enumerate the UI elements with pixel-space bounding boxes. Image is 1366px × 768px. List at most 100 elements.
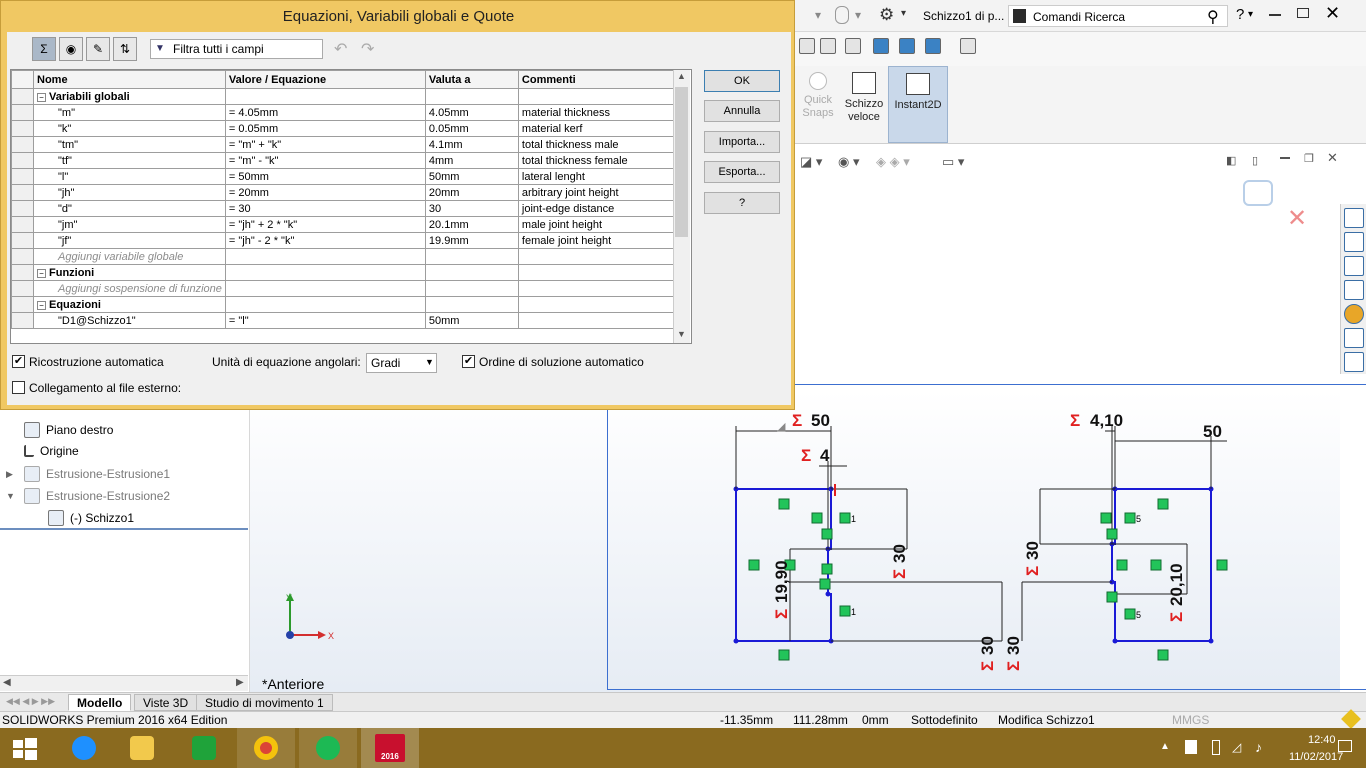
scroll-down-icon[interactable]: ▼ <box>677 329 686 339</box>
taskbar-solidworks[interactable]: 2016 <box>361 728 419 768</box>
scroll-thumb[interactable] <box>675 87 688 237</box>
pencil-icon[interactable] <box>960 38 976 54</box>
taskbar-store[interactable] <box>175 728 233 768</box>
dimension-label[interactable]: 4,10 <box>1090 411 1123 430</box>
folder-icon[interactable] <box>1344 256 1364 276</box>
tree-item-right-plane[interactable]: Piano destro <box>24 422 113 438</box>
tab-nav-icon[interactable]: ◀◀ ◀ ▶ ▶▶ <box>6 696 55 707</box>
graphics-close-icon[interactable]: ✕ <box>1327 150 1338 166</box>
appearances-icon[interactable] <box>1344 304 1364 324</box>
undo-icon[interactable]: ↶ <box>334 39 347 59</box>
search-icon[interactable]: ⚲ <box>1207 7 1219 27</box>
equation-view-icon[interactable]: Σ <box>32 37 56 61</box>
ok-button[interactable]: OK <box>704 70 780 92</box>
mouse-icon[interactable] <box>835 6 849 24</box>
dialog-title[interactable]: Equazioni, Variabili globali e Quote <box>1 1 796 32</box>
cancel-sketch-icon[interactable]: ✕ <box>1287 204 1307 233</box>
close-icon[interactable]: ✕ <box>1325 3 1340 24</box>
resize-grip-icon[interactable]: ◢ <box>777 420 791 434</box>
graphics-restore-icon[interactable]: ❐ <box>1304 152 1314 165</box>
table-row[interactable]: "k" = 0.05mm 0.05mm material kerf <box>11 120 681 137</box>
library-icon[interactable] <box>1344 232 1364 252</box>
search-box[interactable]: Comandi Ricerca ⚲ <box>1008 5 1228 27</box>
tab-motion-study[interactable]: Studio di movimento 1 <box>196 694 333 711</box>
tab-3d-views[interactable]: Viste 3D <box>134 694 198 711</box>
split-view-icon[interactable]: ◧ <box>1226 154 1236 167</box>
link-external-checkbox[interactable] <box>12 381 25 394</box>
column-header[interactable]: Valuta a <box>424 70 519 89</box>
view-palette-icon[interactable] <box>1344 280 1364 300</box>
dimension-label[interactable]: 30 <box>890 544 909 563</box>
cube-icon[interactable] <box>799 38 815 54</box>
appearance-icon[interactable]: ◈ ◈ ▾ <box>876 154 910 170</box>
taskbar-spotify[interactable] <box>299 728 357 768</box>
table-row[interactable]: "jm" = "jh" + 2 * "k" 20.1mm male joint hei… <box>11 216 681 233</box>
notifications-icon[interactable] <box>1338 740 1352 752</box>
cube-shaded-icon[interactable] <box>925 38 941 54</box>
scroll-right-icon[interactable]: ▶ <box>236 677 244 688</box>
angle-units-select[interactable]: Gradi ▼ <box>366 353 437 373</box>
table-row[interactable]: "d" = 30 30 joint-edge distance <box>11 200 681 217</box>
tray-arrow-icon[interactable]: ▲ <box>1160 741 1170 752</box>
auto-solve-checkbox[interactable]: ✔ <box>462 355 475 368</box>
dimension-label[interactable]: 50 <box>811 411 830 430</box>
status-units[interactable]: MMGS <box>1172 713 1209 727</box>
rollback-bar[interactable] <box>0 528 248 530</box>
quick-sketch-button[interactable]: Schizzo veloce <box>842 72 886 124</box>
battery-icon[interactable] <box>1212 740 1220 755</box>
restore-icon[interactable] <box>1297 8 1309 18</box>
ordered-view-icon[interactable]: ⇅ <box>113 37 137 61</box>
rebuild-icon[interactable] <box>1341 709 1361 729</box>
help-arrow-icon[interactable]: ▾ <box>1248 9 1253 20</box>
add-global-row[interactable]: Aggiungi variabile globale <box>11 248 681 265</box>
cube-wire-icon[interactable] <box>820 38 836 54</box>
collapse-arrow-icon[interactable]: ▼ <box>6 491 15 501</box>
tree-item-sketch1[interactable]: (-) Schizzo1 <box>48 510 134 526</box>
help-button[interactable]: ? <box>704 192 780 214</box>
taskbar-explorer[interactable] <box>113 728 171 768</box>
collapse-icon[interactable]: − <box>37 300 46 310</box>
options-arrow-icon[interactable]: ▾ <box>901 8 906 19</box>
dimension-label[interactable]: 30 <box>1004 636 1023 655</box>
sketch-canvas[interactable]: 1 1 5 5 Σ 50 Σ 4 Σ 4,10 50 Σ 30 Σ 19,90 … <box>607 384 1366 690</box>
column-header[interactable]: Nome <box>33 70 226 89</box>
dimension-label[interactable]: 30 <box>978 636 997 655</box>
dropdown-arrow-icon[interactable]: ▾ <box>815 8 821 22</box>
table-row[interactable]: "jh" = 20mm 20mm arbitrary joint height <box>11 184 681 201</box>
dimension-label[interactable]: 50 <box>1203 422 1222 441</box>
dimension-view-icon[interactable]: ✎ <box>86 37 110 61</box>
table-row[interactable]: "tf" = "m" - "k" 4mm total thickness female <box>11 152 681 169</box>
table-row[interactable]: "D1@Schizzo1" = "l" 50mm <box>11 312 681 329</box>
custom-properties-icon[interactable] <box>1344 328 1364 348</box>
collapse-icon[interactable]: − <box>37 268 46 278</box>
expand-arrow-icon[interactable]: ▶ <box>6 469 13 480</box>
redo-icon[interactable]: ↷ <box>361 39 374 59</box>
scroll-left-icon[interactable]: ◀ <box>3 677 11 688</box>
tree-item-extrude1[interactable]: Estrusione-Estrusione1 <box>24 466 170 482</box>
dimension-label[interactable]: 30 <box>1023 541 1042 560</box>
display-settings-icon[interactable]: ▭ ▾ <box>942 154 964 170</box>
export-button[interactable]: Esporta... <box>704 161 780 183</box>
start-button[interactable] <box>0 728 58 768</box>
dimension-label[interactable]: 19,90 <box>772 560 791 603</box>
graphics-minimize-icon[interactable] <box>1280 157 1290 159</box>
table-row[interactable]: "l" = 50mm 50mm lateral lenght <box>11 168 681 185</box>
table-row[interactable]: "m" = 4.05mm 4.05mm material thickness <box>11 104 681 121</box>
column-header[interactable]: Valore / Equazione <box>224 70 426 89</box>
gear-icon[interactable]: ⚙ <box>879 5 894 25</box>
wifi-icon[interactable]: ◿ <box>1232 740 1241 754</box>
forum-icon[interactable] <box>1344 352 1364 372</box>
help-button[interactable]: ? <box>1236 6 1244 23</box>
clock-time[interactable]: 12:40 <box>1308 734 1336 746</box>
table-row[interactable]: "tm" = "m" + "k" 4.1mm total thickness male <box>11 136 681 153</box>
cube-shaded-icon[interactable] <box>873 38 889 54</box>
quick-snaps-button[interactable]: Quick Snaps <box>798 72 838 120</box>
view-display-icon[interactable]: ◪ ▾ <box>800 154 822 170</box>
sketch-equation-view-icon[interactable]: ◉ <box>59 37 83 61</box>
scroll-up-icon[interactable]: ▲ <box>677 71 686 81</box>
confirm-sketch-icon[interactable] <box>1243 180 1273 206</box>
tree-scrollbar[interactable]: ◀ ▶ <box>0 675 248 691</box>
clock-date[interactable]: 11/02/2017 <box>1289 751 1343 763</box>
filter-input[interactable]: Filtra tutti i campi <box>150 39 323 59</box>
cancel-button[interactable]: Annulla <box>704 100 780 122</box>
